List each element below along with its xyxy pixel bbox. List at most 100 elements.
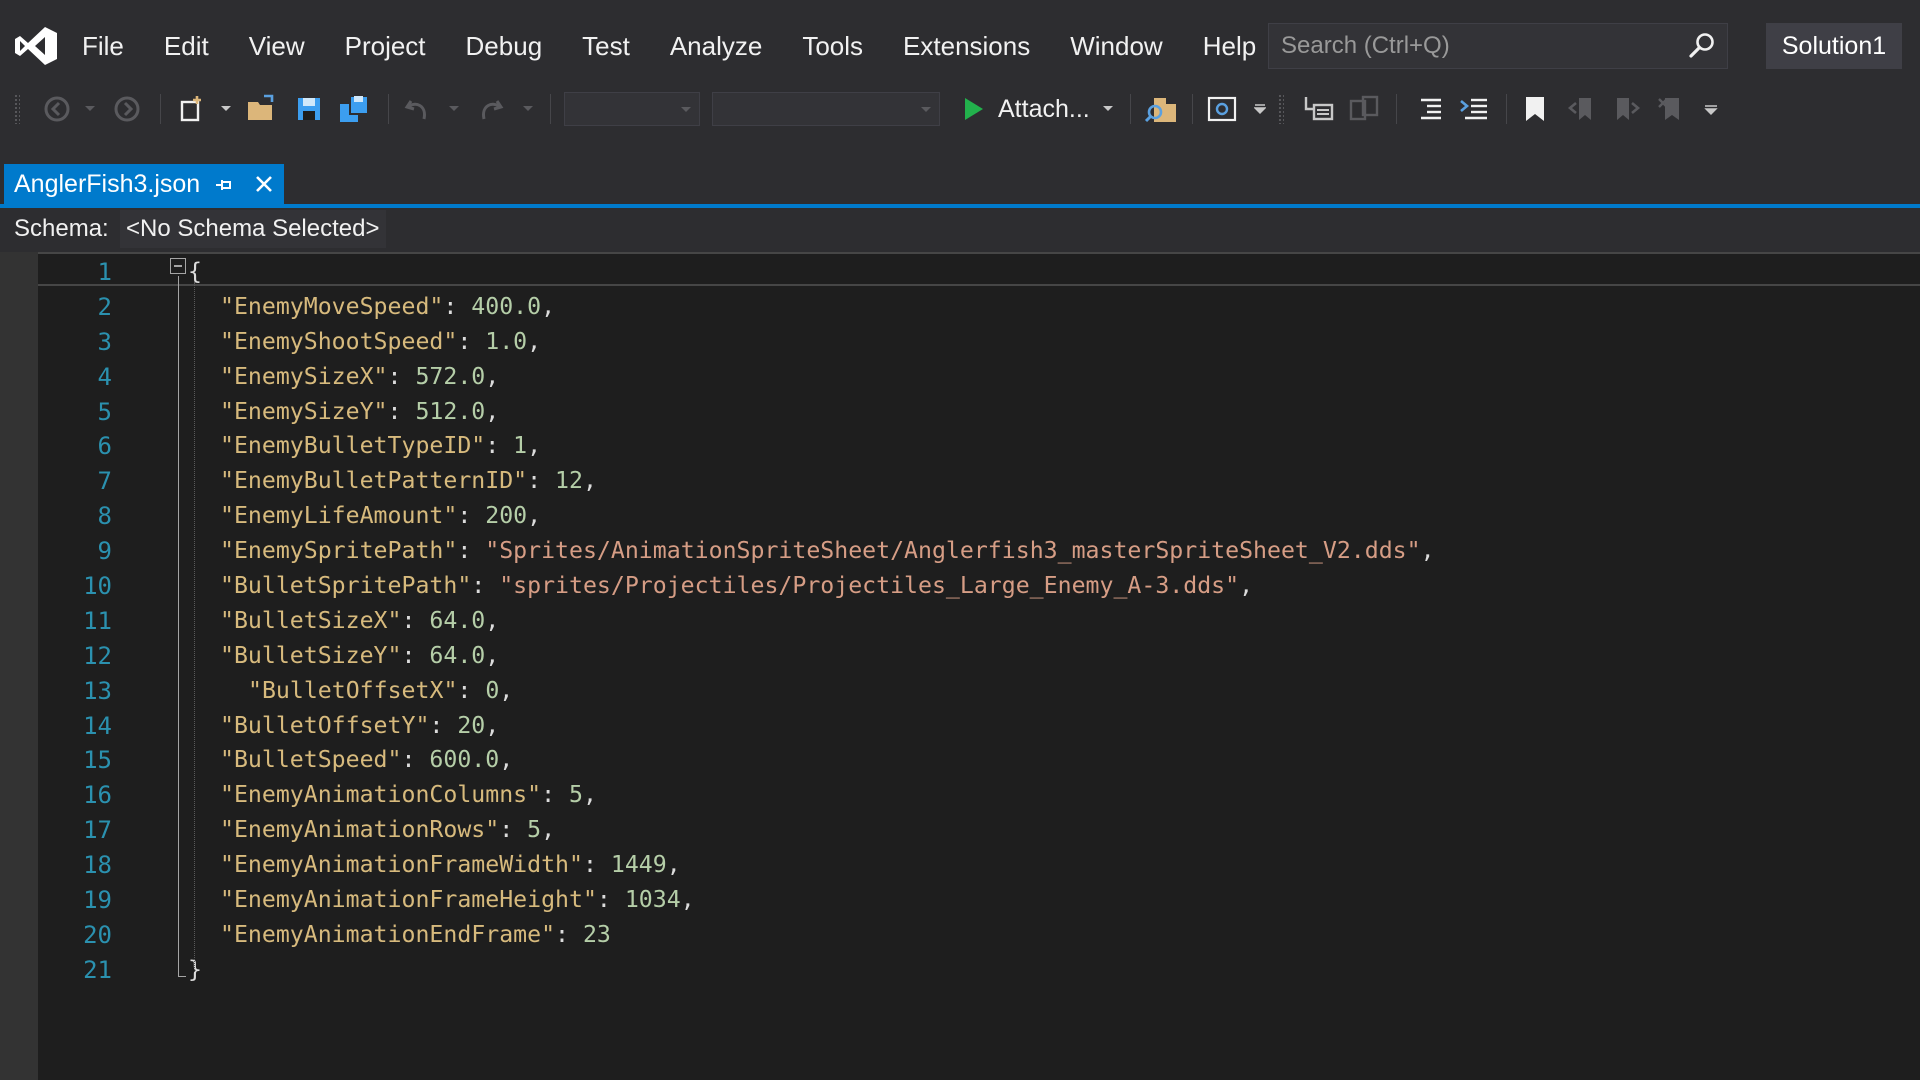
code-line[interactable]: 13 "BulletOffsetX": 0, [38, 674, 1920, 709]
menu-item-debug[interactable]: Debug [446, 31, 563, 62]
browse-icon[interactable] [1204, 92, 1240, 126]
step-icon[interactable] [1300, 92, 1336, 126]
code-text[interactable]: "BulletOffsetX": 0, [248, 674, 513, 708]
line-number[interactable]: 15 [38, 743, 112, 777]
browse-dropdown-icon[interactable] [1252, 92, 1268, 126]
previous-bookmark-icon[interactable] [1564, 92, 1598, 126]
save-icon[interactable] [292, 92, 326, 126]
code-line[interactable]: 20 "EnemyAnimationEndFrame": 23 [38, 918, 1920, 953]
line-number[interactable]: 7 [38, 464, 112, 498]
code-text[interactable]: "EnemyAnimationFrameHeight": 1034, [220, 883, 695, 917]
menu-item-edit[interactable]: Edit [144, 31, 229, 62]
line-number[interactable]: 20 [38, 918, 112, 952]
new-project-dropdown-icon[interactable] [218, 92, 234, 126]
menu-item-test[interactable]: Test [562, 31, 650, 62]
pin-icon[interactable] [212, 174, 234, 196]
toolbar-options-icon[interactable] [1702, 92, 1720, 126]
line-number[interactable]: 17 [38, 813, 112, 847]
forward-icon[interactable] [110, 92, 144, 126]
code-text[interactable]: "BulletSpeed": 600.0, [220, 743, 513, 777]
code-text[interactable]: "BulletSizeY": 64.0, [220, 639, 499, 673]
code-line[interactable]: 9 "EnemySpritePath": "Sprites/AnimationSp… [38, 534, 1920, 569]
toolbar-grip[interactable] [14, 94, 20, 124]
collapse-outline-icon[interactable] [170, 258, 186, 274]
code-line[interactable]: 12 "BulletSizeY": 64.0, [38, 639, 1920, 674]
open-folder-icon[interactable] [244, 92, 280, 126]
attach-dropdown-icon[interactable] [1100, 92, 1116, 126]
new-project-icon[interactable] [174, 92, 210, 126]
solution-platform-dropdown[interactable] [712, 92, 940, 126]
search-input[interactable] [1269, 24, 1669, 68]
code-text[interactable]: "EnemyAnimationColumns": 5, [220, 778, 597, 812]
undo-dropdown-icon[interactable] [446, 92, 462, 126]
attach-button[interactable]: Attach... [998, 92, 1090, 126]
code-editor[interactable]: 1{2 "EnemyMoveSpeed": 400.0, 3 "EnemyShootS… [0, 252, 1920, 1080]
menu-item-extensions[interactable]: Extensions [883, 31, 1050, 62]
code-text[interactable]: "EnemySpritePath": "Sprites/AnimationSpr… [220, 534, 1435, 568]
menu-item-window[interactable]: Window [1050, 31, 1182, 62]
menu-item-file[interactable]: File [62, 31, 144, 62]
undo-icon[interactable] [400, 92, 434, 126]
clear-bookmarks-icon[interactable] [1654, 92, 1688, 126]
visual-studio-logo-icon[interactable] [14, 26, 58, 66]
code-text[interactable]: "BulletSizeX": 64.0, [220, 604, 499, 638]
code-line[interactable]: 6 "EnemyBulletTypeID": 1, [38, 429, 1920, 464]
tab-anglerfish3-json[interactable]: AnglerFish3.json [4, 164, 284, 204]
code-line[interactable]: 2 "EnemyMoveSpeed": 400.0, [38, 290, 1920, 325]
redo-dropdown-icon[interactable] [520, 92, 536, 126]
code-text[interactable]: "EnemyAnimationFrameWidth": 1449, [220, 848, 681, 882]
code-text[interactable]: "EnemyLifeAmount": 200, [220, 499, 541, 533]
start-icon[interactable] [956, 92, 990, 126]
uncomment-icon[interactable] [1456, 92, 1492, 126]
toolbar-grip[interactable] [1278, 94, 1284, 124]
line-number[interactable]: 13 [38, 674, 112, 708]
tab-title[interactable]: AnglerFish3.json [14, 164, 200, 204]
code-line[interactable]: 4 "EnemySizeX": 572.0, [38, 360, 1920, 395]
code-text[interactable]: "EnemySizeX": 572.0, [220, 360, 499, 394]
code-line[interactable]: 3 "EnemyShootSpeed": 1.0, [38, 325, 1920, 360]
line-number[interactable]: 8 [38, 499, 112, 533]
line-number[interactable]: 21 [38, 953, 112, 987]
code-line[interactable]: 1{ [38, 255, 1920, 290]
code-line[interactable]: 5 "EnemySizeY": 512.0, [38, 395, 1920, 430]
menu-item-analyze[interactable]: Analyze [650, 31, 783, 62]
line-number[interactable]: 14 [38, 709, 112, 743]
find-in-files-icon[interactable] [1142, 92, 1180, 126]
bookmark-icon[interactable] [1518, 92, 1552, 126]
indicator-margin[interactable] [0, 252, 38, 1080]
line-number[interactable]: 1 [38, 255, 112, 289]
code-line[interactable]: 11 "BulletSizeX": 64.0, [38, 604, 1920, 639]
code-text[interactable]: "EnemyMoveSpeed": 400.0, [220, 290, 555, 324]
code-text[interactable]: "EnemyAnimationRows": 5, [220, 813, 555, 847]
line-number[interactable]: 9 [38, 534, 112, 568]
back-dropdown-icon[interactable] [82, 92, 98, 126]
solution-name[interactable]: Solution1 [1766, 23, 1902, 69]
menu-item-tools[interactable]: Tools [782, 31, 883, 62]
code-line[interactable]: 8 "EnemyLifeAmount": 200, [38, 499, 1920, 534]
comment-icon[interactable] [1410, 92, 1446, 126]
code-line[interactable]: 15 "BulletSpeed": 600.0, [38, 743, 1920, 778]
code-text[interactable]: "BulletSpritePath": "sprites/Projectiles… [220, 569, 1253, 603]
line-number[interactable]: 2 [38, 290, 112, 324]
code-line[interactable]: 14 "BulletOffsetY": 20, [38, 709, 1920, 744]
code-line[interactable]: 18 "EnemyAnimationFrameWidth": 1449, [38, 848, 1920, 883]
menu-item-project[interactable]: Project [325, 31, 446, 62]
next-bookmark-icon[interactable] [1610, 92, 1644, 126]
schema-dropdown[interactable]: <No Schema Selected> [120, 210, 386, 248]
code-text[interactable]: "EnemyBulletPatternID": 12, [220, 464, 597, 498]
code-text[interactable]: "EnemySizeY": 512.0, [220, 395, 499, 429]
menu-item-view[interactable]: View [229, 31, 325, 62]
code-line[interactable]: 21} [38, 953, 1920, 988]
search-icon[interactable] [1687, 31, 1717, 61]
close-icon[interactable] [252, 172, 276, 196]
code-text[interactable]: "EnemyBulletTypeID": 1, [220, 429, 541, 463]
code-line[interactable]: 10 "BulletSpritePath": "sprites/Projectil… [38, 569, 1920, 604]
line-number[interactable]: 11 [38, 604, 112, 638]
code-text[interactable]: "BulletOffsetY": 20, [220, 709, 499, 743]
line-number[interactable]: 19 [38, 883, 112, 917]
line-number[interactable]: 6 [38, 429, 112, 463]
line-number[interactable]: 10 [38, 569, 112, 603]
code-line[interactable]: 16 "EnemyAnimationColumns": 5, [38, 778, 1920, 813]
code-line[interactable]: 7 "EnemyBulletPatternID": 12, [38, 464, 1920, 499]
code-lines[interactable]: 1{2 "EnemyMoveSpeed": 400.0, 3 "EnemyShootS… [38, 255, 1920, 988]
